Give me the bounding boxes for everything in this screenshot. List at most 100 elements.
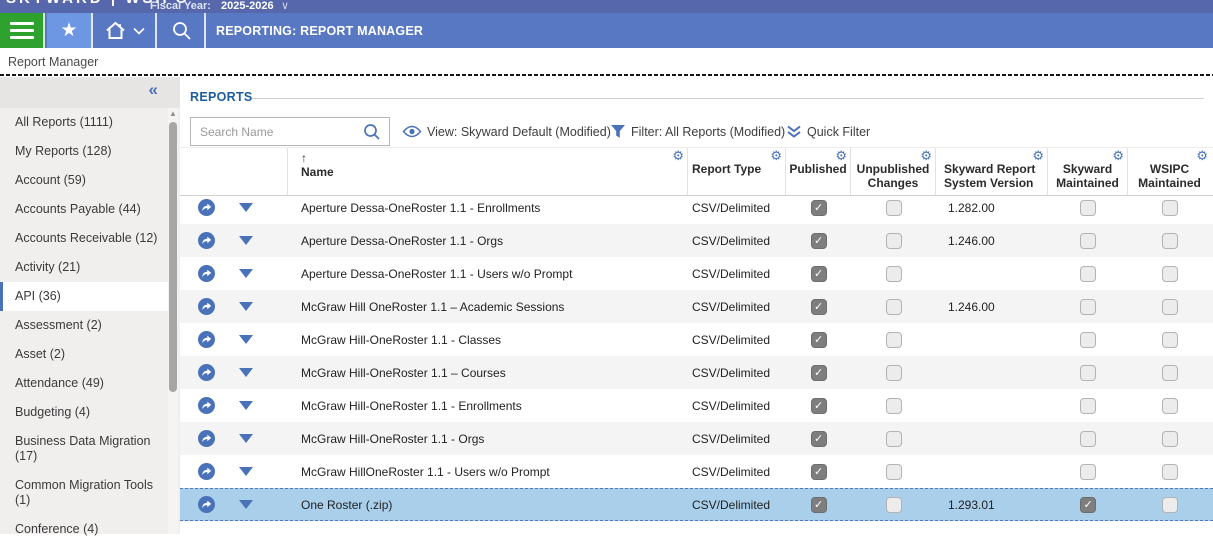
scrollbar-thumb[interactable] [169, 122, 177, 392]
row-expand-icon[interactable] [239, 236, 253, 245]
published-checkbox[interactable] [810, 232, 827, 249]
table-row[interactable]: Aperture Dessa-OneRoster 1.1 - Users w/o… [180, 257, 1213, 290]
row-expand-icon[interactable] [239, 335, 253, 344]
menu-button[interactable] [0, 13, 45, 48]
run-report-icon[interactable] [198, 496, 215, 513]
column-settings-icon[interactable]: ⚙ [1196, 149, 1208, 162]
sidebar-item[interactable]: Asset (2) [0, 340, 168, 369]
skyward-maintained-checkbox[interactable] [1080, 463, 1096, 480]
column-header-skyward-maintained[interactable]: Skyward Maintained ⚙ [1048, 148, 1128, 195]
unpublished-changes-checkbox[interactable] [885, 496, 902, 513]
column-header-name[interactable]: ↑ Name ⚙ [288, 148, 688, 195]
unpublished-changes-checkbox[interactable] [885, 430, 902, 447]
wsipc-maintained-checkbox[interactable] [1161, 331, 1178, 348]
wsipc-maintained-checkbox[interactable] [1161, 463, 1178, 480]
wsipc-maintained-checkbox[interactable] [1161, 430, 1178, 447]
table-row[interactable]: McGraw Hill-OneRoster 1.1 - Classes CSV/… [180, 323, 1213, 356]
run-report-icon[interactable] [198, 430, 215, 447]
fiscal-year-chevron-icon[interactable]: ∨ [281, 0, 289, 12]
skyward-maintained-checkbox[interactable] [1080, 430, 1096, 447]
sidebar-scrollbar[interactable]: ▲ [168, 108, 178, 534]
column-header-wsipc-maintained[interactable]: WSIPC Maintained ⚙ [1128, 148, 1211, 195]
sort-ascending-icon[interactable]: ↑ [301, 151, 687, 165]
column-settings-icon[interactable]: ⚙ [770, 149, 782, 162]
skyward-maintained-checkbox[interactable] [1080, 232, 1096, 249]
filter-selector[interactable]: Filter: All Reports (Modified) [610, 117, 785, 146]
unpublished-changes-checkbox[interactable] [885, 298, 902, 315]
published-checkbox[interactable] [810, 298, 827, 315]
sidebar-item[interactable]: Assessment (2) [0, 311, 168, 340]
run-report-icon[interactable] [198, 265, 215, 282]
skyward-maintained-checkbox[interactable] [1080, 298, 1096, 315]
fiscal-year-value[interactable]: 2025-2026 [221, 0, 274, 12]
global-search-button[interactable] [159, 13, 206, 48]
unpublished-changes-checkbox[interactable] [885, 265, 902, 282]
published-checkbox[interactable] [810, 364, 827, 381]
column-header-published[interactable]: Published ⚙ [786, 148, 851, 195]
sidebar-item[interactable]: Account (59) [0, 166, 168, 195]
wsipc-maintained-checkbox[interactable] [1161, 298, 1178, 315]
quick-filter-button[interactable]: Quick Filter [786, 117, 870, 146]
wsipc-maintained-checkbox[interactable] [1161, 397, 1178, 414]
table-row[interactable]: One Roster (.zip) CSV/Delimited 1.293.01 [180, 488, 1213, 521]
sidebar-item[interactable]: Common Migration Tools (1) [0, 471, 168, 515]
sidebar-item[interactable]: Conference (4) [0, 515, 168, 544]
row-expand-icon[interactable] [239, 269, 253, 278]
search-icon[interactable] [363, 123, 381, 141]
row-expand-icon[interactable] [239, 368, 253, 377]
run-report-icon[interactable] [198, 331, 215, 348]
sidebar-item[interactable]: My Reports (128) [0, 137, 168, 166]
favorites-button[interactable]: ★ [47, 13, 93, 48]
run-report-icon[interactable] [198, 298, 215, 315]
wsipc-maintained-checkbox[interactable] [1161, 364, 1178, 381]
wsipc-maintained-checkbox[interactable] [1161, 199, 1178, 216]
search-input[interactable] [191, 124, 363, 139]
home-dropdown-chevron-icon[interactable] [133, 27, 145, 35]
run-report-icon[interactable] [198, 199, 215, 216]
wsipc-maintained-checkbox[interactable] [1161, 496, 1178, 513]
row-expand-icon[interactable] [239, 302, 253, 311]
home-button[interactable] [95, 13, 157, 48]
skyward-maintained-checkbox[interactable] [1080, 199, 1096, 216]
table-row[interactable]: McGraw Hill-OneRoster 1.1 - Enrollments … [180, 389, 1213, 422]
row-expand-icon[interactable] [239, 401, 253, 410]
published-checkbox[interactable] [810, 331, 827, 348]
run-report-icon[interactable] [198, 364, 215, 381]
published-checkbox[interactable] [810, 496, 827, 513]
table-row[interactable]: McGraw HillOneRoster 1.1 - Users w/o Pro… [180, 455, 1213, 488]
sidebar-item[interactable]: Accounts Payable (44) [0, 195, 168, 224]
unpublished-changes-checkbox[interactable] [885, 232, 902, 249]
run-report-icon[interactable] [198, 232, 215, 249]
sidebar-item[interactable]: Activity (21) [0, 253, 168, 282]
sidebar-item[interactable]: Budgeting (4) [0, 398, 168, 427]
skyward-maintained-checkbox[interactable] [1080, 496, 1096, 513]
column-settings-icon[interactable]: ⚙ [672, 149, 684, 162]
table-row[interactable]: McGraw Hill-OneRoster 1.1 - Orgs CSV/Del… [180, 422, 1213, 455]
view-selector[interactable]: View: Skyward Default (Modified) [402, 117, 611, 146]
sidebar-item[interactable]: Accounts Receivable (12) [0, 224, 168, 253]
published-checkbox[interactable] [810, 430, 827, 447]
column-header-unpublished-changes[interactable]: Unpublished Changes ⚙ [851, 148, 936, 195]
column-settings-icon[interactable]: ⚙ [835, 149, 847, 162]
run-report-icon[interactable] [198, 397, 215, 414]
published-checkbox[interactable] [810, 265, 827, 282]
row-expand-icon[interactable] [239, 467, 253, 476]
unpublished-changes-checkbox[interactable] [885, 364, 902, 381]
unpublished-changes-checkbox[interactable] [885, 199, 902, 216]
column-settings-icon[interactable]: ⚙ [920, 149, 932, 162]
skyward-maintained-checkbox[interactable] [1080, 364, 1096, 381]
column-header-skyward-report-system-version[interactable]: Skyward Report System Version ⚙ [936, 148, 1048, 195]
wsipc-maintained-checkbox[interactable] [1161, 265, 1178, 282]
column-header-report-type[interactable]: Report Type ⚙ [688, 148, 786, 195]
run-report-icon[interactable] [198, 463, 215, 480]
published-checkbox[interactable] [810, 397, 827, 414]
skyward-maintained-checkbox[interactable] [1080, 265, 1096, 282]
sidebar-item[interactable]: API (36) [0, 282, 168, 311]
row-expand-icon[interactable] [239, 434, 253, 443]
skyward-maintained-checkbox[interactable] [1080, 397, 1096, 414]
sidebar-item[interactable]: Attendance (49) [0, 369, 168, 398]
collapse-sidebar-icon[interactable]: « [149, 80, 158, 100]
wsipc-maintained-checkbox[interactable] [1161, 232, 1178, 249]
published-checkbox[interactable] [810, 463, 827, 480]
sidebar-item[interactable]: Business Data Migration (17) [0, 427, 168, 471]
